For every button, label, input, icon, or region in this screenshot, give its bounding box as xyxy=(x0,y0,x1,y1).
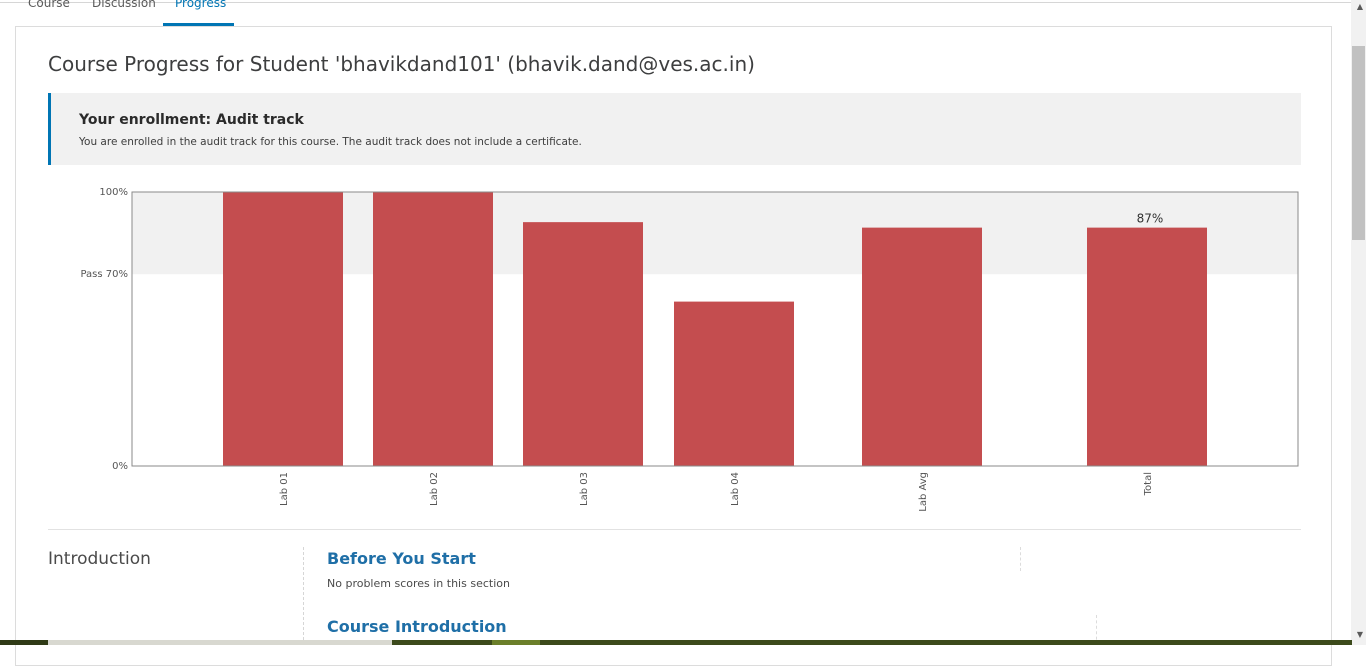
bar-lab-01 xyxy=(223,192,343,466)
bar-lab-avg xyxy=(862,227,982,466)
bar-lab-04 xyxy=(674,301,794,466)
section-score-rule xyxy=(1020,547,1021,571)
section-note: No problem scores in this section xyxy=(327,577,510,590)
y-tick-label: 0% xyxy=(112,461,128,472)
x-tick-label: Total xyxy=(1143,472,1154,496)
taskbar-segment xyxy=(392,640,492,645)
scrollbar-thumb[interactable] xyxy=(1352,46,1365,240)
vertical-scrollbar[interactable]: ▲ ▼ xyxy=(1351,0,1366,645)
x-tick-label: Lab 02 xyxy=(429,472,440,506)
x-tick-label: Lab 04 xyxy=(730,472,741,506)
taskbar-segment xyxy=(492,640,540,645)
taskbar-segment xyxy=(0,640,48,645)
scroll-down-arrow-icon[interactable]: ▼ xyxy=(1357,630,1363,639)
y-tick-label: 100% xyxy=(99,187,128,198)
section-rule xyxy=(303,547,304,645)
section-title-course-introduction[interactable]: Course Introduction xyxy=(327,617,507,636)
taskbar-segment xyxy=(48,640,392,645)
x-tick-label: Lab Avg xyxy=(918,472,929,512)
bar-total xyxy=(1087,227,1207,466)
x-tick-label: Lab 01 xyxy=(279,472,290,506)
bar-lab-02 xyxy=(373,192,493,466)
bar-lab-03 xyxy=(523,222,643,466)
grade-chart: 0% Pass 70% 100% Lab 01 Lab 02 Lab 03 Lab 04 La… xyxy=(80,187,1299,512)
y-tick-label: Pass 70% xyxy=(80,269,128,280)
chapter-title: Introduction xyxy=(48,549,151,569)
section-title-before-you-start[interactable]: Before You Start xyxy=(327,549,476,568)
scroll-up-arrow-icon[interactable]: ▲ xyxy=(1357,2,1363,11)
bar-value-label: 87% xyxy=(1137,212,1164,226)
taskbar-strip xyxy=(0,640,1352,645)
x-tick-label: Lab 03 xyxy=(579,472,590,506)
taskbar-segment xyxy=(540,640,1352,645)
chapter-divider xyxy=(48,529,1301,530)
